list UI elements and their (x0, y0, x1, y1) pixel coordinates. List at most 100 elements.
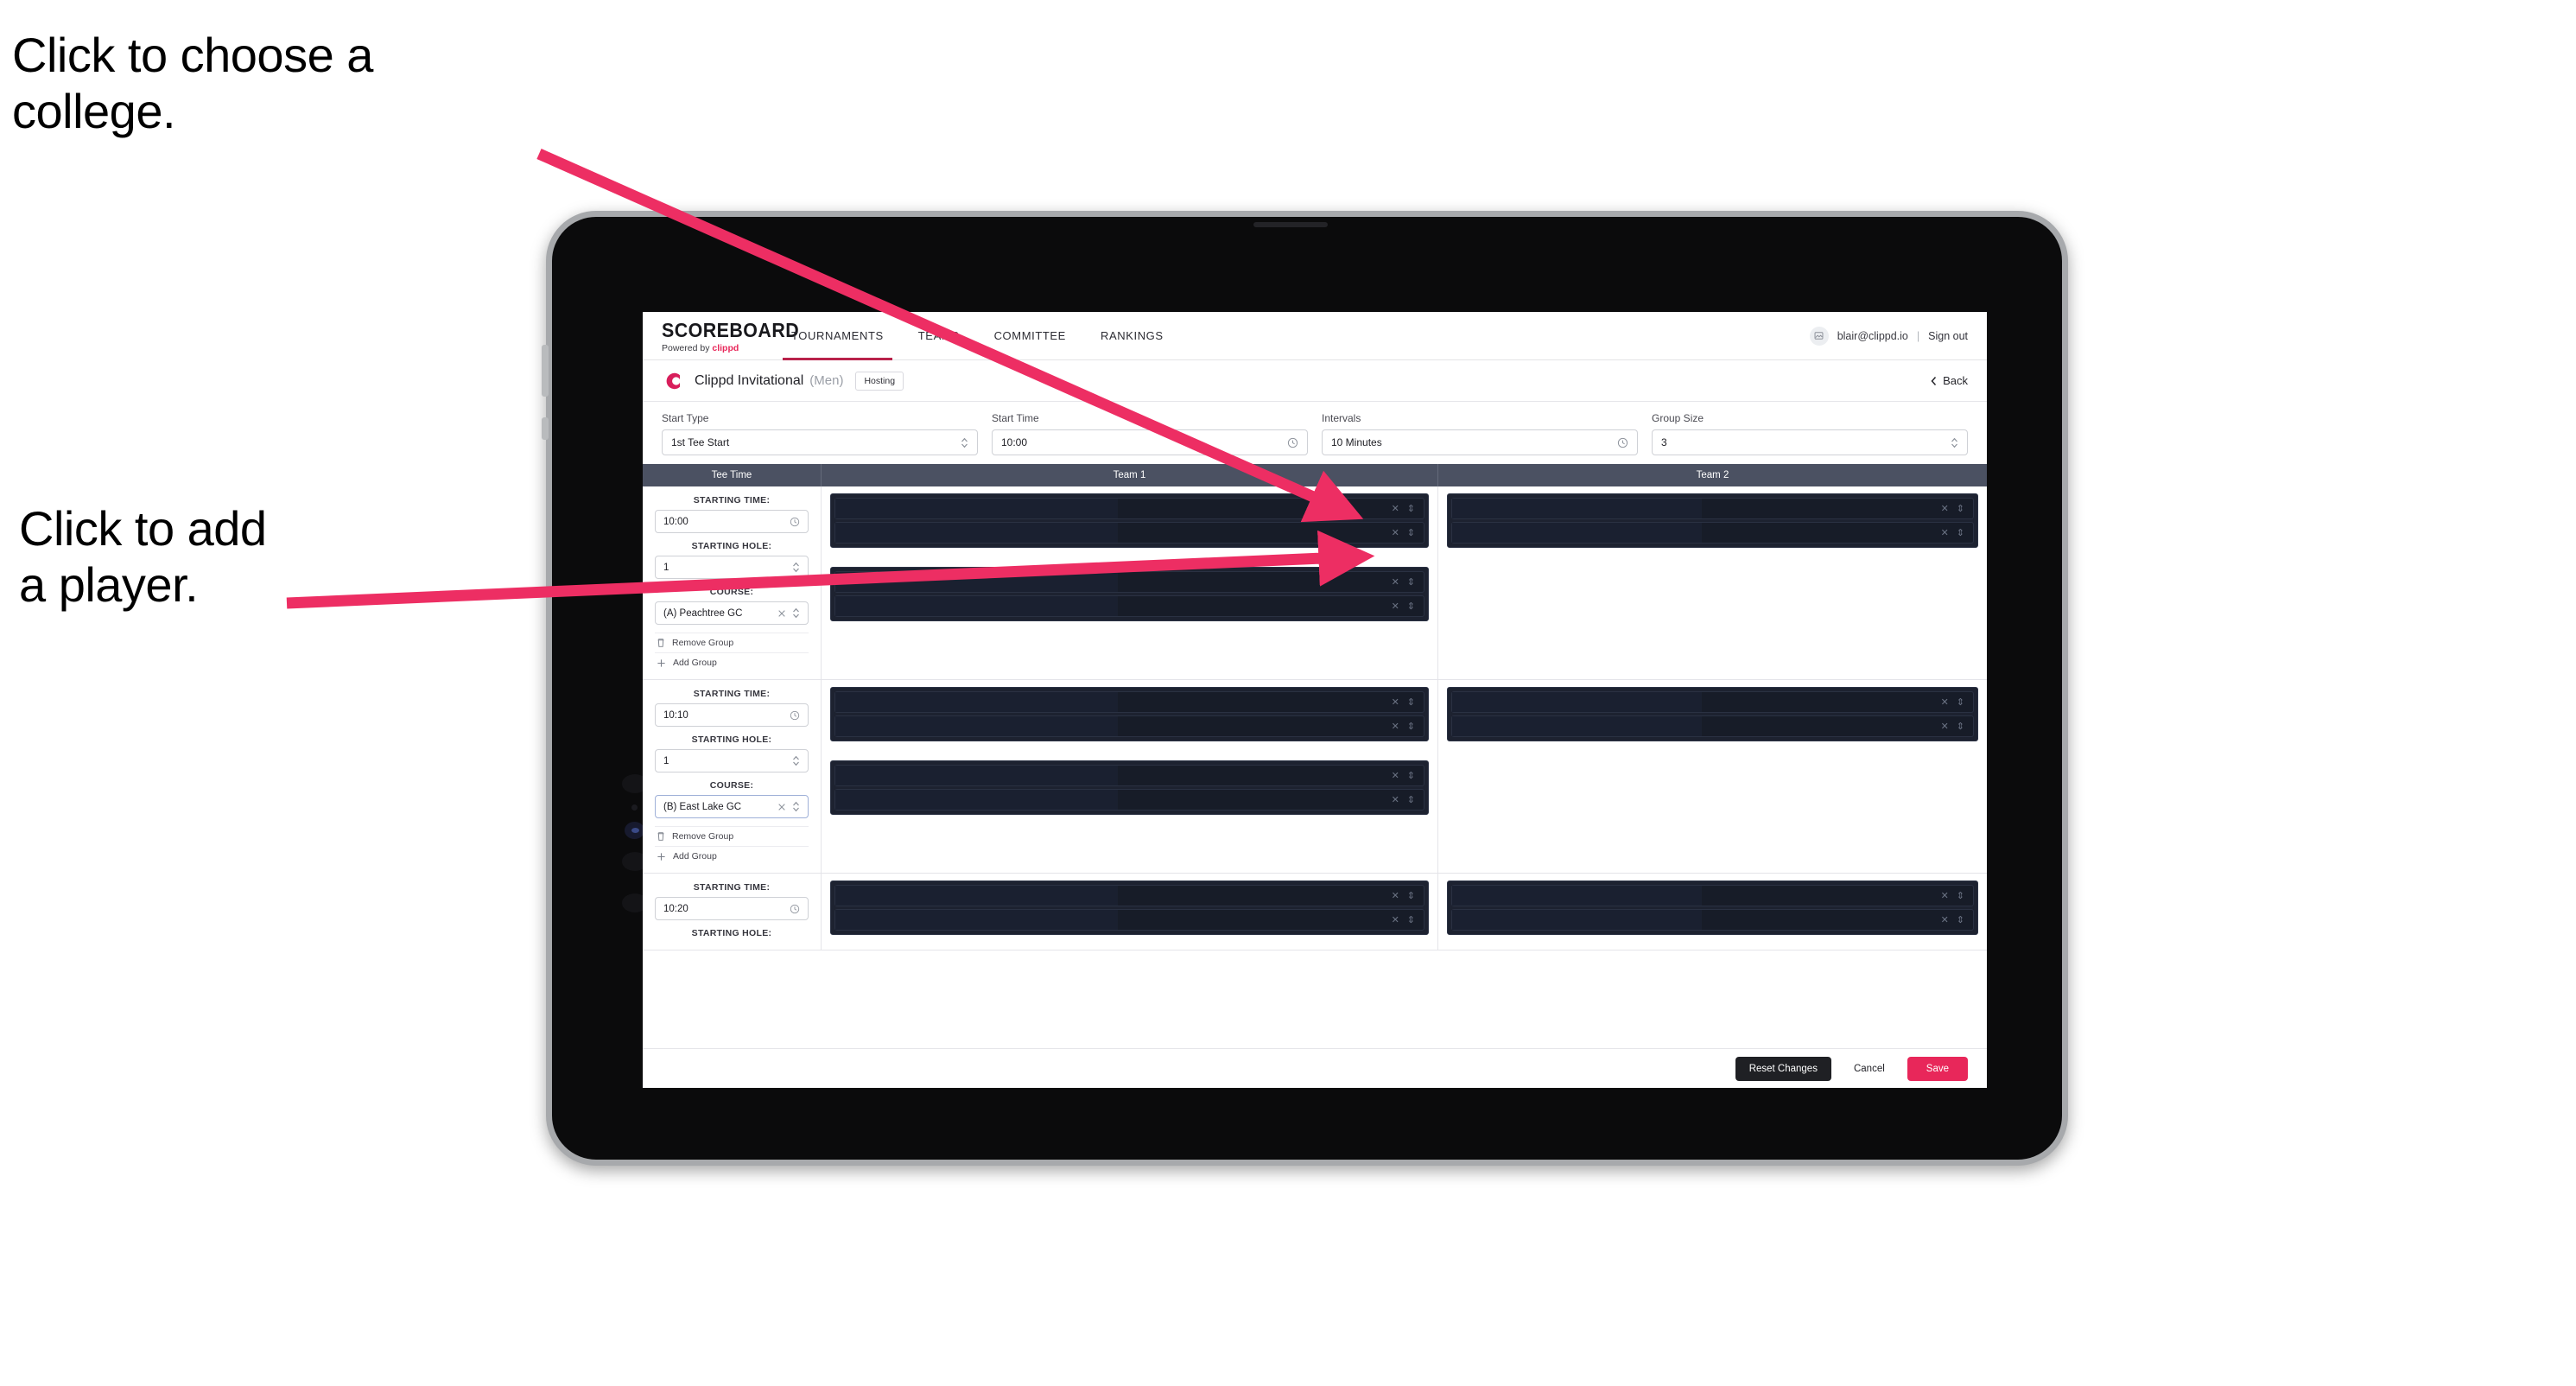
course-select[interactable]: (B) East Lake GC (655, 795, 809, 818)
stepper-updown-icon[interactable]: ⇕ (1957, 503, 1964, 514)
starting-time-input[interactable]: 10:20 (655, 897, 809, 920)
add-group-button[interactable]: Add Group (655, 652, 809, 672)
group-size-stepper[interactable]: 3 (1652, 429, 1968, 455)
player-slot[interactable]: ✕ ⇕ (1451, 909, 1974, 931)
close-x-icon[interactable]: ✕ (1392, 770, 1399, 781)
player-slot[interactable]: ✕ ⇕ (834, 691, 1424, 713)
stepper-updown-icon[interactable]: ⇕ (1407, 576, 1415, 588)
course-value: (A) Peachtree GC (663, 607, 743, 619)
stepper-updown-icon[interactable]: ⇕ (1407, 721, 1415, 732)
remove-group-button[interactable]: Remove Group (655, 826, 809, 846)
add-group-button[interactable]: Add Group (655, 846, 809, 866)
stepper-updown-icon[interactable] (792, 562, 800, 573)
stepper-updown-icon[interactable] (792, 607, 800, 619)
stepper-updown-icon[interactable]: ⇕ (1957, 890, 1964, 901)
close-x-icon[interactable]: ✕ (1392, 601, 1399, 612)
close-x-icon[interactable]: ✕ (1392, 696, 1399, 708)
player-slot[interactable]: ✕ ⇕ (834, 765, 1424, 786)
cancel-button[interactable]: Cancel (1845, 1057, 1894, 1081)
intervals-input[interactable]: 10 Minutes (1322, 429, 1638, 455)
callout-add-player: Click to add a player. (19, 501, 267, 612)
stepper-updown-icon[interactable] (961, 437, 968, 448)
starting-hole-stepper[interactable]: 1 (655, 749, 809, 772)
close-x-icon[interactable]: ✕ (1392, 576, 1399, 588)
player-slot[interactable]: ✕ ⇕ (1451, 522, 1974, 544)
close-x-icon[interactable]: ✕ (1392, 794, 1399, 805)
close-x-icon[interactable]: ✕ (1941, 503, 1949, 514)
stepper-updown-icon[interactable]: ⇕ (1407, 527, 1415, 538)
player-slot[interactable]: ✕ ⇕ (834, 498, 1424, 519)
team-1-cell: ✕ ⇕ ✕ ⇕ (822, 874, 1438, 950)
stepper-updown-icon[interactable]: ⇕ (1407, 794, 1415, 805)
clock-icon[interactable] (790, 904, 800, 914)
stepper-updown-icon[interactable]: ⇕ (1957, 914, 1964, 925)
tablet-power-button[interactable] (542, 345, 549, 397)
start-time-input[interactable]: 10:00 (992, 429, 1308, 455)
player-slot[interactable]: ✕ ⇕ (834, 571, 1424, 593)
player-slot[interactable]: ✕ ⇕ (1451, 498, 1974, 519)
close-x-icon[interactable]: ✕ (1941, 696, 1949, 708)
stepper-updown-icon[interactable]: ⇕ (1407, 914, 1415, 925)
avatar[interactable] (1809, 326, 1829, 346)
close-x-icon[interactable]: ✕ (1941, 721, 1949, 732)
tablet-volume-button[interactable] (542, 417, 549, 440)
stepper-updown-icon[interactable] (1951, 437, 1958, 448)
player-slot[interactable]: ✕ ⇕ (834, 595, 1424, 617)
stepper-updown-icon[interactable]: ⇕ (1407, 601, 1415, 612)
remove-group-button[interactable]: Remove Group (655, 633, 809, 652)
player-slot[interactable]: ✕ ⇕ (834, 522, 1424, 544)
player-slot[interactable]: ✕ ⇕ (834, 715, 1424, 737)
close-x-icon[interactable]: ✕ (1941, 890, 1949, 901)
player-slot[interactable]: ✕ ⇕ (834, 885, 1424, 906)
close-x-icon[interactable]: ✕ (1392, 527, 1399, 538)
tab-rankings[interactable]: RANKINGS (1083, 312, 1181, 360)
player-slot[interactable]: ✕ ⇕ (834, 789, 1424, 811)
stepper-updown-icon[interactable]: ⇕ (1407, 696, 1415, 708)
player-slot[interactable]: ✕ ⇕ (1451, 691, 1974, 713)
close-x-icon[interactable] (777, 803, 786, 811)
clock-icon[interactable] (790, 517, 800, 527)
clock-icon[interactable] (1287, 437, 1298, 448)
course-select[interactable]: (A) Peachtree GC (655, 601, 809, 625)
close-x-icon[interactable] (777, 609, 786, 618)
starting-time-input[interactable]: 10:10 (655, 703, 809, 727)
tab-teams[interactable]: TEAMS (901, 312, 977, 360)
player-slot[interactable]: ✕ ⇕ (1451, 715, 1974, 737)
player-name-redacted (835, 766, 1118, 785)
stepper-updown-icon[interactable]: ⇕ (1957, 696, 1964, 708)
start-type-select[interactable]: 1st Tee Start (662, 429, 978, 455)
player-slot[interactable]: ✕ ⇕ (834, 909, 1424, 931)
plus-icon (657, 852, 666, 861)
stepper-updown-icon[interactable] (792, 755, 800, 766)
stepper-updown-icon[interactable]: ⇕ (1407, 503, 1415, 514)
sign-out-link[interactable]: Sign out (1928, 330, 1968, 342)
close-x-icon[interactable]: ✕ (1392, 721, 1399, 732)
starting-time-input[interactable]: 10:00 (655, 510, 809, 533)
player-name-redacted (835, 499, 1118, 518)
save-button[interactable]: Save (1907, 1056, 1968, 1081)
stepper-updown-icon[interactable]: ⇕ (1407, 770, 1415, 781)
reset-changes-button[interactable]: Reset Changes (1735, 1056, 1831, 1081)
stepper-updown-icon[interactable]: ⇕ (1957, 721, 1964, 732)
tab-tournaments[interactable]: TOURNAMENTS (774, 312, 901, 360)
scoreboard-logo[interactable]: SCOREBOARD Powered by clippd (643, 319, 799, 353)
close-x-icon[interactable]: ✕ (1941, 914, 1949, 925)
player-name-redacted (835, 596, 1118, 616)
clock-icon[interactable] (1617, 437, 1628, 448)
starting-hole-stepper[interactable]: 1 (655, 556, 809, 579)
close-x-icon[interactable]: ✕ (1392, 890, 1399, 901)
starting-time-value: 10:20 (663, 903, 688, 914)
back-link[interactable]: Back (1930, 374, 1968, 387)
tee-sheet-table-body[interactable]: STARTING TIME: 10:00 STARTING HOLE: 1 CO… (643, 486, 1987, 1088)
stepper-updown-icon[interactable]: ⇕ (1957, 527, 1964, 538)
close-x-icon[interactable]: ✕ (1392, 914, 1399, 925)
tab-committee[interactable]: COMMITTEE (977, 312, 1083, 360)
player-slot[interactable]: ✕ ⇕ (1451, 885, 1974, 906)
close-x-icon[interactable]: ✕ (1941, 527, 1949, 538)
close-x-icon[interactable]: ✕ (1392, 503, 1399, 514)
clock-icon[interactable] (790, 710, 800, 721)
column-header-tee-time: Tee Time (643, 464, 822, 486)
stepper-updown-icon[interactable] (792, 801, 800, 812)
stepper-updown-icon[interactable]: ⇕ (1407, 890, 1415, 901)
intervals-value: 10 Minutes (1331, 436, 1382, 448)
